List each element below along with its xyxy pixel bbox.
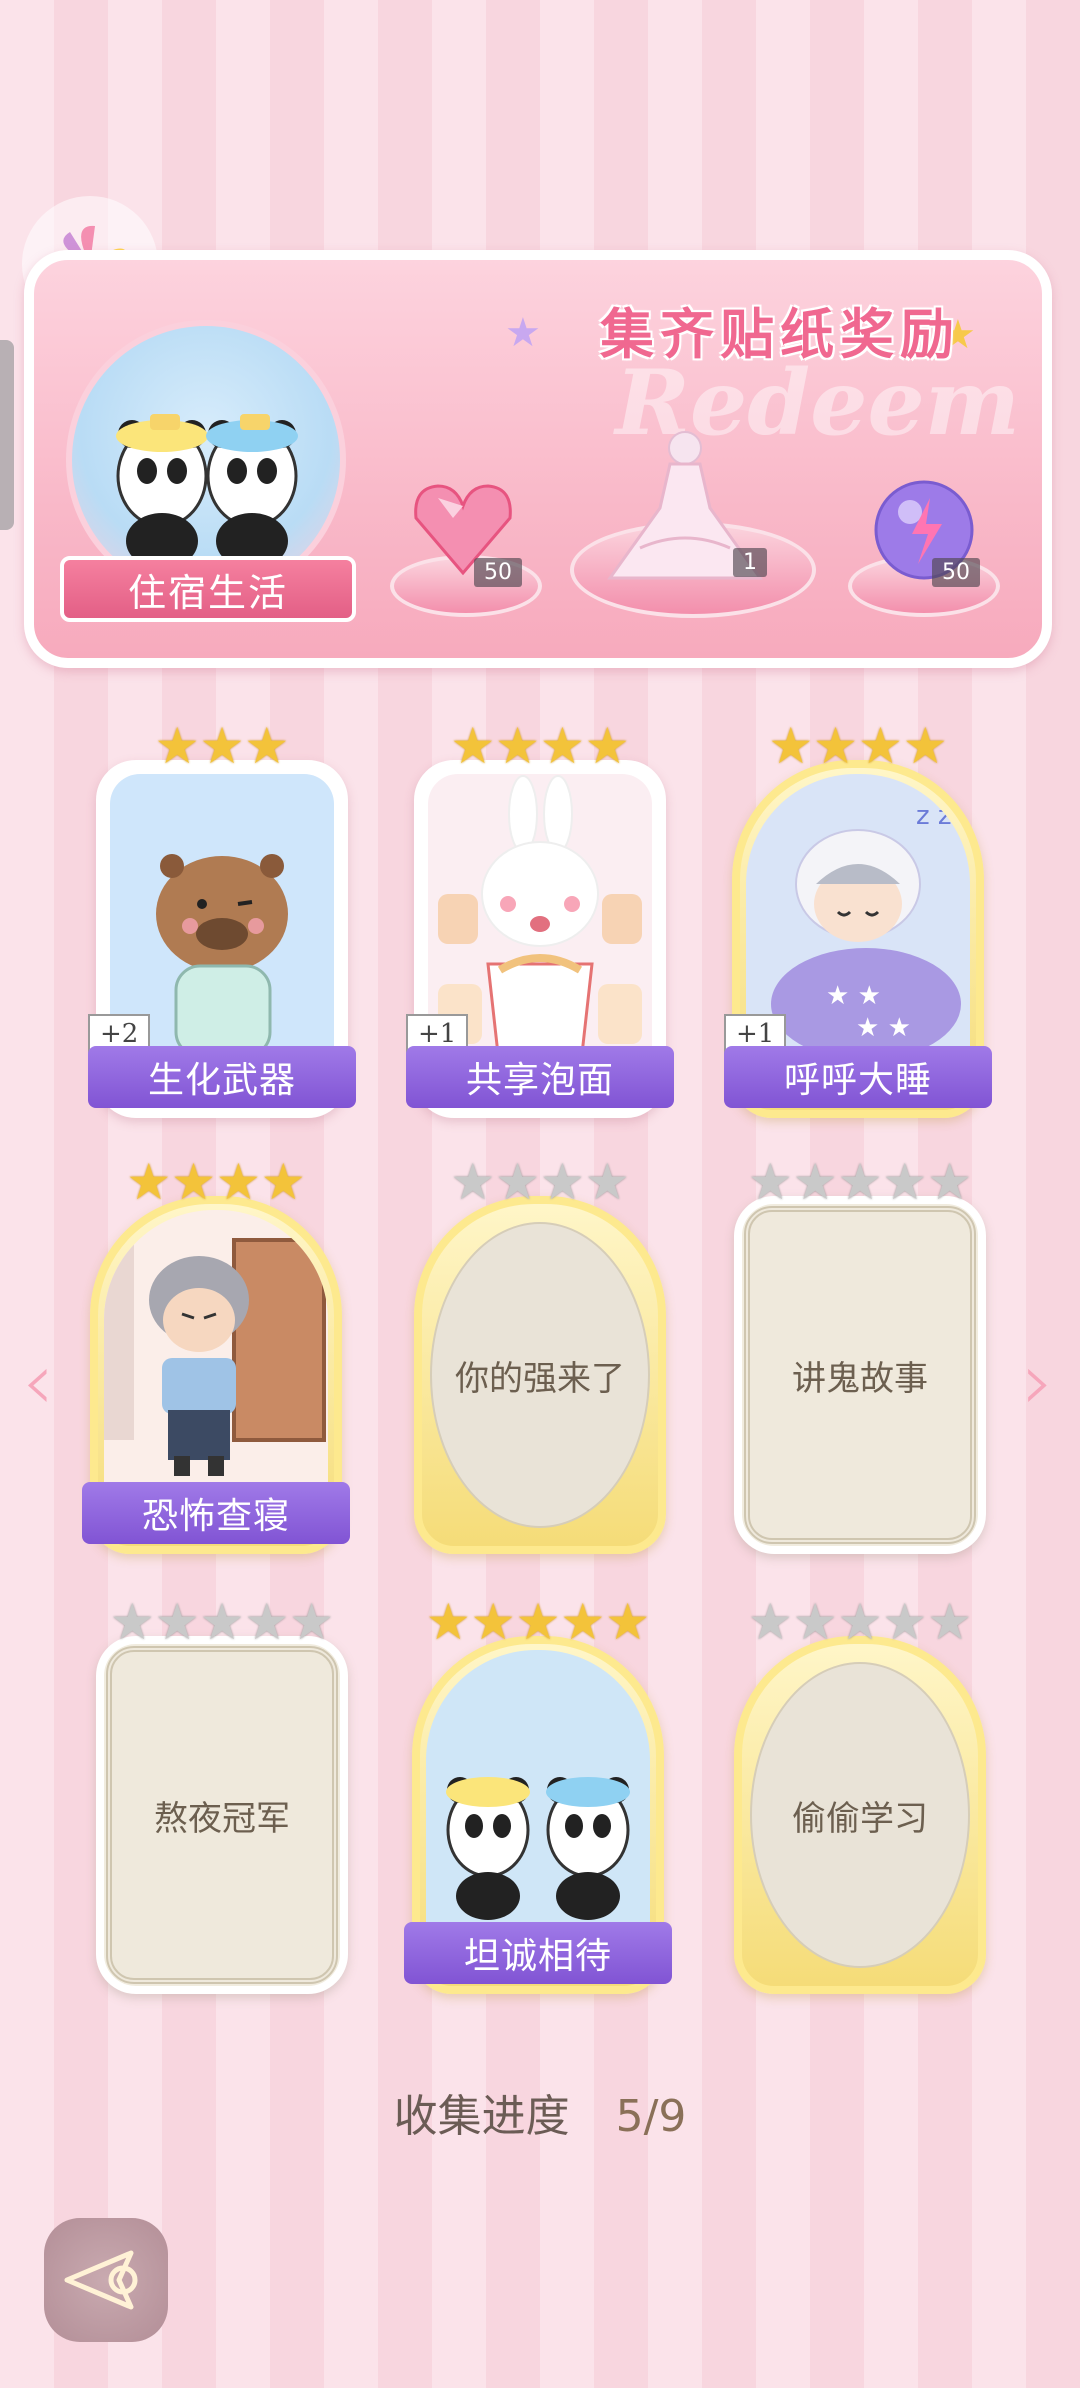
star-icon: ★	[154, 717, 200, 775]
star-icon: ★	[260, 1153, 306, 1211]
theme-label: 住宿生活	[60, 556, 356, 622]
chevron-right-icon: ›	[1022, 1335, 1054, 1428]
card-name: 坦诚相待	[404, 1922, 672, 1984]
card-name: 生化武器	[88, 1046, 356, 1108]
star-icon: ★	[927, 1153, 973, 1211]
progress-label: 收集进度	[393, 2091, 570, 2142]
star-icon: ★	[171, 1153, 216, 1211]
star-icon: ★	[813, 717, 858, 775]
star-icon: ★	[199, 1593, 245, 1651]
card-stars: ★ ★ ★ ★	[732, 718, 984, 774]
reward-count: 50	[932, 558, 980, 587]
star-icon: ★	[882, 1153, 928, 1211]
star-icon: ★	[792, 1593, 838, 1651]
locked-oval: 偷偷学习	[750, 1662, 970, 1968]
star-icon: ★	[470, 1593, 516, 1651]
star-icon: ★	[768, 717, 814, 775]
reward-count: 1	[733, 548, 767, 577]
star-deco-icon: ★	[505, 310, 541, 356]
card-stars: ★ ★ ★ ★ ★	[734, 1594, 986, 1650]
star-icon: ★	[515, 1593, 561, 1651]
back-arrow-icon	[64, 2250, 138, 2310]
locked-plaque: 讲鬼故事	[744, 1206, 976, 1544]
star-icon: ★	[450, 1153, 496, 1211]
sticker-card[interactable]: ★ ★ ★ +2 生化武器	[88, 718, 356, 1118]
next-page-button[interactable]: ›	[1022, 1335, 1054, 1428]
card-stars: ★ ★ ★ ★	[90, 1154, 342, 1210]
star-icon: ★	[540, 717, 585, 775]
card-name: 讲鬼故事	[792, 1358, 928, 1399]
star-icon: ★	[584, 1153, 630, 1211]
side-drawer-handle[interactable]	[0, 340, 14, 530]
star-icon: ★	[882, 1593, 928, 1651]
card-stars: ★ ★ ★	[96, 718, 348, 774]
card-stars: ★ ★ ★ ★ ★	[412, 1594, 664, 1650]
panda-pair-icon	[116, 414, 298, 569]
star-icon: ★	[495, 717, 540, 775]
card-name: 熬夜冠军	[154, 1798, 290, 1839]
reward-count: 50	[474, 558, 522, 587]
collection-progress: 收集进度 5/9	[0, 2080, 1080, 2144]
star-icon: ★	[837, 1153, 883, 1211]
star-icon: ★	[560, 1593, 606, 1651]
sticker-card-locked[interactable]: 偷偷学习 ★ ★ ★ ★ ★	[734, 1594, 986, 1994]
star-icon: ★	[244, 717, 290, 775]
card-name: 你的强来了	[455, 1358, 625, 1399]
star-icon: ★	[540, 1153, 585, 1211]
star-icon: ★	[605, 1593, 651, 1651]
card-stars: ★ ★ ★ ★	[414, 718, 666, 774]
star-icon: ★	[244, 1593, 290, 1651]
star-icon: ★	[792, 1153, 838, 1211]
card-stars: ★ ★ ★ ★ ★	[96, 1594, 348, 1650]
locked-plaque: 熬夜冠军	[106, 1646, 338, 1984]
card-name: 偷偷学习	[792, 1798, 928, 1839]
star-icon: ★	[450, 717, 496, 775]
svg-text:★ ★: ★ ★	[856, 1013, 911, 1043]
back-button[interactable]	[44, 2218, 168, 2342]
star-icon: ★	[495, 1153, 540, 1211]
star-icon: ★	[126, 1153, 172, 1211]
progress-value: 5/9	[615, 2091, 687, 2142]
sticker-card[interactable]: ★ ★ ★ ★ ★ 坦诚相待	[404, 1594, 672, 1994]
star-icon: ★	[902, 717, 948, 775]
star-icon: ★	[289, 1593, 335, 1651]
star-icon: ★	[747, 1153, 793, 1211]
star-icon: ★	[425, 1593, 471, 1651]
star-icon: ★	[584, 717, 630, 775]
svg-text:★ ★: ★ ★	[826, 981, 881, 1011]
sticker-card-locked[interactable]: 你的强来了 ★ ★ ★ ★	[414, 1154, 666, 1554]
star-icon: ★	[858, 717, 903, 775]
sticker-card-locked[interactable]: 讲鬼故事 ★ ★ ★ ★ ★	[734, 1154, 986, 1554]
sticker-card[interactable]: ★ ★ ★ ★ 恐怖查寝	[82, 1154, 350, 1554]
star-icon: ★	[154, 1593, 200, 1651]
card-name: 共享泡面	[406, 1046, 674, 1108]
card-name: 恐怖查寝	[82, 1482, 350, 1544]
star-icon: ★	[109, 1593, 155, 1651]
banner-title-wrap: 集齐贴纸奖励	[600, 290, 960, 369]
prev-page-button[interactable]: ‹	[22, 1335, 54, 1428]
locked-oval: 你的强来了	[430, 1222, 650, 1528]
star-icon: ★	[199, 717, 245, 775]
card-name: 呼呼大睡	[724, 1046, 992, 1108]
star-icon: ★	[927, 1593, 973, 1651]
star-icon: ★	[837, 1593, 883, 1651]
chevron-left-icon: ‹	[22, 1335, 54, 1428]
star-icon: ★	[747, 1593, 793, 1651]
sticker-card[interactable]: z z ★ ★ ★ ★ ★ ★ ★ ★ +1 呼呼大睡	[724, 718, 992, 1118]
card-stars: ★ ★ ★ ★ ★	[734, 1154, 986, 1210]
card-stars: ★ ★ ★ ★	[414, 1154, 666, 1210]
banner-title: 集齐贴纸奖励	[600, 303, 960, 366]
sticker-card[interactable]: ★ ★ ★ ★ +1 共享泡面	[406, 718, 674, 1118]
star-icon: ★	[216, 1153, 261, 1211]
theme-label-text: 住宿生活	[127, 570, 288, 615]
sticker-card-locked[interactable]: 熬夜冠军 ★ ★ ★ ★ ★	[96, 1594, 348, 1994]
